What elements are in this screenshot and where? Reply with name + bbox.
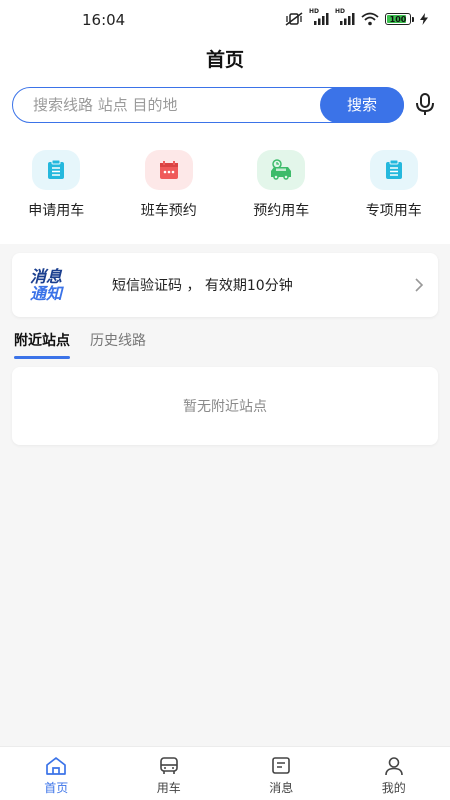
nav-profile[interactable]: 我的	[338, 747, 450, 800]
nav-messages[interactable]: 消息	[225, 747, 338, 800]
empty-text: 暂无附近站点	[183, 399, 267, 415]
signal-1: HD	[309, 8, 329, 26]
nav-label: 用车	[156, 781, 181, 795]
nav-label: 我的	[381, 781, 406, 795]
car-clock-icon	[257, 150, 306, 190]
message-icon	[272, 757, 291, 774]
charging-icon	[420, 13, 428, 25]
wifi-icon	[361, 12, 379, 26]
tab-nearby-stations[interactable]: 附近站点	[14, 330, 70, 359]
battery-icon: 100	[385, 13, 411, 25]
quick-special-vehicle[interactable]: 专项用车	[338, 150, 450, 220]
notice-banner[interactable]: 消息 通知 短信验证码 ， 有效期10分钟	[12, 253, 438, 317]
search-box: 搜索	[12, 86, 404, 123]
home-icon	[46, 757, 67, 775]
search-button[interactable]: 搜索	[320, 86, 404, 123]
user-icon	[384, 757, 403, 776]
quick-label: 预约用车	[253, 203, 310, 219]
nav-home[interactable]: 首页	[0, 747, 113, 800]
quick-apply-vehicle[interactable]: 申请用车	[0, 150, 113, 220]
microphone-icon	[416, 93, 434, 115]
search-input[interactable]	[33, 88, 313, 121]
quick-label: 班车预约	[140, 203, 197, 219]
notice-logo: 消息 通知	[30, 268, 98, 302]
top-section: 16:04 HD HD 100 首页 搜索线路 站点 目的地 搜索 申请用车 班…	[0, 0, 450, 244]
tab-history-routes[interactable]: 历史线路	[90, 330, 146, 359]
search-row: 搜索	[12, 86, 438, 123]
clipboard-icon	[369, 150, 418, 190]
page-title: 首页	[205, 49, 244, 71]
chevron-right-icon	[415, 278, 424, 292]
quick-reserve-vehicle[interactable]: 预约用车	[225, 150, 338, 220]
nav-label: 首页	[44, 781, 69, 795]
status-bar: 16:04 HD HD 100	[0, 0, 450, 40]
nav-label: 消息	[269, 781, 294, 795]
bus-icon	[159, 757, 178, 774]
nav-vehicle[interactable]: 用车	[113, 747, 226, 800]
notice-logo-line1: 消息	[30, 267, 63, 286]
clipboard-icon	[32, 150, 81, 190]
vibrate-mute-icon	[285, 12, 303, 26]
empty-state: 暂无附近站点	[12, 367, 438, 445]
notice-text: 短信验证码 ， 有效期10分钟	[112, 278, 293, 294]
calendar-icon	[144, 150, 193, 190]
voice-search-button[interactable]	[412, 91, 438, 119]
status-icons: HD HD 100	[285, 8, 428, 26]
status-time: 16:04	[82, 11, 126, 29]
quick-label: 专项用车	[365, 203, 422, 219]
station-tabs: 附近站点 历史线路	[14, 330, 146, 359]
bottom-nav: 首页 用车 消息 我的	[0, 746, 450, 800]
signal-icon-2	[340, 13, 355, 25]
notice-logo-line2: 通知	[30, 284, 63, 303]
quick-actions: 申请用车 班车预约 预约用车 专项用车	[0, 150, 450, 220]
battery-level: 100	[389, 14, 407, 24]
signal-2: HD	[335, 8, 355, 26]
quick-shuttle-booking[interactable]: 班车预约	[113, 150, 226, 220]
quick-label: 申请用车	[28, 203, 85, 219]
signal-icon	[314, 13, 329, 25]
